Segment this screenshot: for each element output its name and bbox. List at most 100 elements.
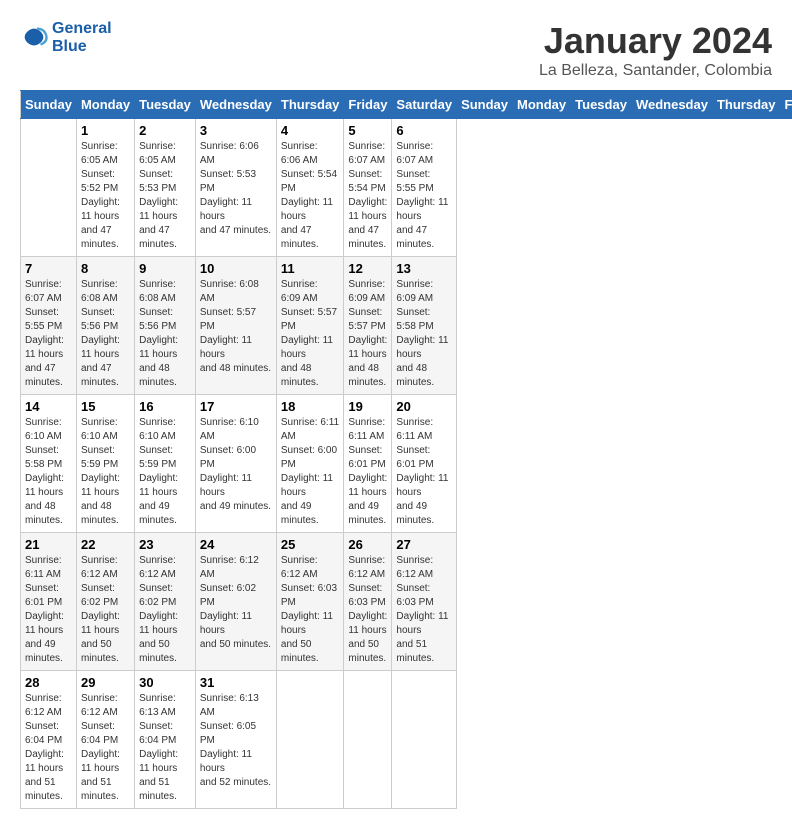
day-number: 28 (25, 675, 72, 690)
col-header-sunday: Sunday (457, 91, 513, 119)
day-number: 21 (25, 537, 72, 552)
logo-icon (20, 24, 48, 52)
title-block: January 2024 La Belleza, Santander, Colo… (539, 20, 772, 80)
header-monday: Monday (76, 91, 134, 119)
day-number: 15 (81, 399, 130, 414)
day-info: Sunrise: 6:08 AM Sunset: 5:56 PM Dayligh… (139, 278, 191, 390)
col-header-tuesday: Tuesday (571, 91, 632, 119)
calendar-cell (344, 671, 392, 809)
day-number: 14 (25, 399, 72, 414)
day-info: Sunrise: 6:11 AM Sunset: 6:01 PM Dayligh… (25, 554, 72, 666)
header-friday: Friday (344, 91, 392, 119)
day-info: Sunrise: 6:11 AM Sunset: 6:01 PM Dayligh… (348, 416, 387, 528)
day-number: 24 (200, 537, 272, 552)
day-info: Sunrise: 6:12 AM Sunset: 6:02 PM Dayligh… (81, 554, 130, 666)
day-info: Sunrise: 6:12 AM Sunset: 6:02 PM Dayligh… (200, 554, 272, 652)
col-header-wednesday: Wednesday (631, 91, 712, 119)
day-number: 30 (139, 675, 191, 690)
day-number: 2 (139, 123, 191, 138)
calendar-cell: 30 Sunrise: 6:13 AM Sunset: 6:04 PM Dayli… (135, 671, 196, 809)
day-info: Sunrise: 6:12 AM Sunset: 6:04 PM Dayligh… (25, 692, 72, 804)
day-info: Sunrise: 6:08 AM Sunset: 5:56 PM Dayligh… (81, 278, 130, 390)
day-number: 19 (348, 399, 387, 414)
header-tuesday: Tuesday (135, 91, 196, 119)
day-info: Sunrise: 6:10 AM Sunset: 5:59 PM Dayligh… (139, 416, 191, 528)
calendar-cell: 20 Sunrise: 6:11 AM Sunset: 6:01 PM Dayli… (392, 395, 457, 533)
calendar-title: January 2024 (539, 20, 772, 62)
day-info: Sunrise: 6:06 AM Sunset: 5:54 PM Dayligh… (281, 140, 340, 252)
day-info: Sunrise: 6:12 AM Sunset: 6:03 PM Dayligh… (281, 554, 340, 666)
day-number: 29 (81, 675, 130, 690)
calendar-cell: 12 Sunrise: 6:09 AM Sunset: 5:57 PM Dayli… (344, 257, 392, 395)
week-row-3: 21 Sunrise: 6:11 AM Sunset: 6:01 PM Dayli… (21, 533, 792, 671)
calendar-cell: 5Sunrise: 6:07 AM Sunset: 5:54 PM Daylig… (344, 119, 392, 257)
day-info: Sunrise: 6:09 AM Sunset: 5:57 PM Dayligh… (348, 278, 387, 390)
day-info: Sunrise: 6:13 AM Sunset: 6:05 PM Dayligh… (200, 692, 272, 790)
calendar-cell: 6Sunrise: 6:07 AM Sunset: 5:55 PM Daylig… (392, 119, 457, 257)
calendar-cell: 21 Sunrise: 6:11 AM Sunset: 6:01 PM Dayli… (21, 533, 77, 671)
calendar-cell: 29 Sunrise: 6:12 AM Sunset: 6:04 PM Dayli… (76, 671, 134, 809)
day-info: Sunrise: 6:11 AM Sunset: 6:00 PM Dayligh… (281, 416, 340, 528)
col-header-thursday: Thursday (712, 91, 780, 119)
calendar-cell: 17Sunrise: 6:10 AM Sunset: 6:00 PM Dayli… (195, 395, 276, 533)
calendar-cell: 28 Sunrise: 6:12 AM Sunset: 6:04 PM Dayli… (21, 671, 77, 809)
logo: General Blue (20, 20, 112, 56)
day-number: 27 (396, 537, 452, 552)
day-info: Sunrise: 6:12 AM Sunset: 6:03 PM Dayligh… (348, 554, 387, 666)
calendar-header-row: SundayMondayTuesdayWednesdayThursdayFrid… (21, 91, 792, 119)
day-number: 10 (200, 261, 272, 276)
calendar-cell: 19 Sunrise: 6:11 AM Sunset: 6:01 PM Dayli… (344, 395, 392, 533)
calendar-cell: 24 Sunrise: 6:12 AM Sunset: 6:02 PM Dayli… (195, 533, 276, 671)
day-info: Sunrise: 6:08 AM Sunset: 5:57 PM Dayligh… (200, 278, 272, 376)
day-number: 3 (200, 123, 272, 138)
day-number: 23 (139, 537, 191, 552)
calendar-cell: 26 Sunrise: 6:12 AM Sunset: 6:03 PM Dayli… (344, 533, 392, 671)
week-row-2: 14 Sunrise: 6:10 AM Sunset: 5:58 PM Dayli… (21, 395, 792, 533)
calendar-cell: 11Sunrise: 6:09 AM Sunset: 5:57 PM Dayli… (276, 257, 344, 395)
calendar-cell (21, 119, 77, 257)
week-row-1: 7 Sunrise: 6:07 AM Sunset: 5:55 PM Daylig… (21, 257, 792, 395)
col-header-monday: Monday (513, 91, 571, 119)
calendar-cell: 25Sunrise: 6:12 AM Sunset: 6:03 PM Dayli… (276, 533, 344, 671)
day-number: 16 (139, 399, 191, 414)
calendar-cell: 31 Sunrise: 6:13 AM Sunset: 6:05 PM Dayli… (195, 671, 276, 809)
calendar-table: SundayMondayTuesdayWednesdayThursdayFrid… (20, 90, 792, 809)
day-info: Sunrise: 6:12 AM Sunset: 6:04 PM Dayligh… (81, 692, 130, 804)
calendar-cell: 16 Sunrise: 6:10 AM Sunset: 5:59 PM Dayli… (135, 395, 196, 533)
day-number: 13 (396, 261, 452, 276)
calendar-cell: 14 Sunrise: 6:10 AM Sunset: 5:58 PM Dayli… (21, 395, 77, 533)
day-info: Sunrise: 6:10 AM Sunset: 6:00 PM Dayligh… (200, 416, 272, 514)
day-info: Sunrise: 6:07 AM Sunset: 5:55 PM Dayligh… (396, 140, 452, 252)
day-number: 31 (200, 675, 272, 690)
day-info: Sunrise: 6:10 AM Sunset: 5:58 PM Dayligh… (25, 416, 72, 528)
header-sunday: Sunday (21, 91, 77, 119)
day-info: Sunrise: 6:11 AM Sunset: 6:01 PM Dayligh… (396, 416, 452, 528)
day-info: Sunrise: 6:05 AM Sunset: 5:53 PM Dayligh… (139, 140, 191, 252)
day-number: 1 (81, 123, 130, 138)
calendar-cell: 15Sunrise: 6:10 AM Sunset: 5:59 PM Dayli… (76, 395, 134, 533)
day-number: 12 (348, 261, 387, 276)
header-saturday: Saturday (392, 91, 457, 119)
day-number: 26 (348, 537, 387, 552)
day-number: 20 (396, 399, 452, 414)
calendar-cell: 1 Sunrise: 6:05 AM Sunset: 5:52 PM Daylig… (76, 119, 134, 257)
day-info: Sunrise: 6:05 AM Sunset: 5:52 PM Dayligh… (81, 140, 130, 252)
day-info: Sunrise: 6:12 AM Sunset: 6:03 PM Dayligh… (396, 554, 452, 666)
logo-text: General Blue (52, 20, 112, 56)
calendar-cell: 13 Sunrise: 6:09 AM Sunset: 5:58 PM Dayli… (392, 257, 457, 395)
calendar-cell: 3Sunrise: 6:06 AM Sunset: 5:53 PM Daylig… (195, 119, 276, 257)
week-row-4: 28 Sunrise: 6:12 AM Sunset: 6:04 PM Dayli… (21, 671, 792, 809)
day-number: 5 (348, 123, 387, 138)
day-info: Sunrise: 6:07 AM Sunset: 5:55 PM Dayligh… (25, 278, 72, 390)
day-number: 11 (281, 261, 340, 276)
day-number: 18 (281, 399, 340, 414)
calendar-cell: 2 Sunrise: 6:05 AM Sunset: 5:53 PM Daylig… (135, 119, 196, 257)
day-info: Sunrise: 6:12 AM Sunset: 6:02 PM Dayligh… (139, 554, 191, 666)
page-header: General Blue January 2024 La Belleza, Sa… (20, 20, 772, 80)
calendar-cell (276, 671, 344, 809)
day-number: 7 (25, 261, 72, 276)
col-header-friday: Friday (780, 91, 792, 119)
day-info: Sunrise: 6:13 AM Sunset: 6:04 PM Dayligh… (139, 692, 191, 804)
day-number: 22 (81, 537, 130, 552)
day-info: Sunrise: 6:09 AM Sunset: 5:58 PM Dayligh… (396, 278, 452, 390)
